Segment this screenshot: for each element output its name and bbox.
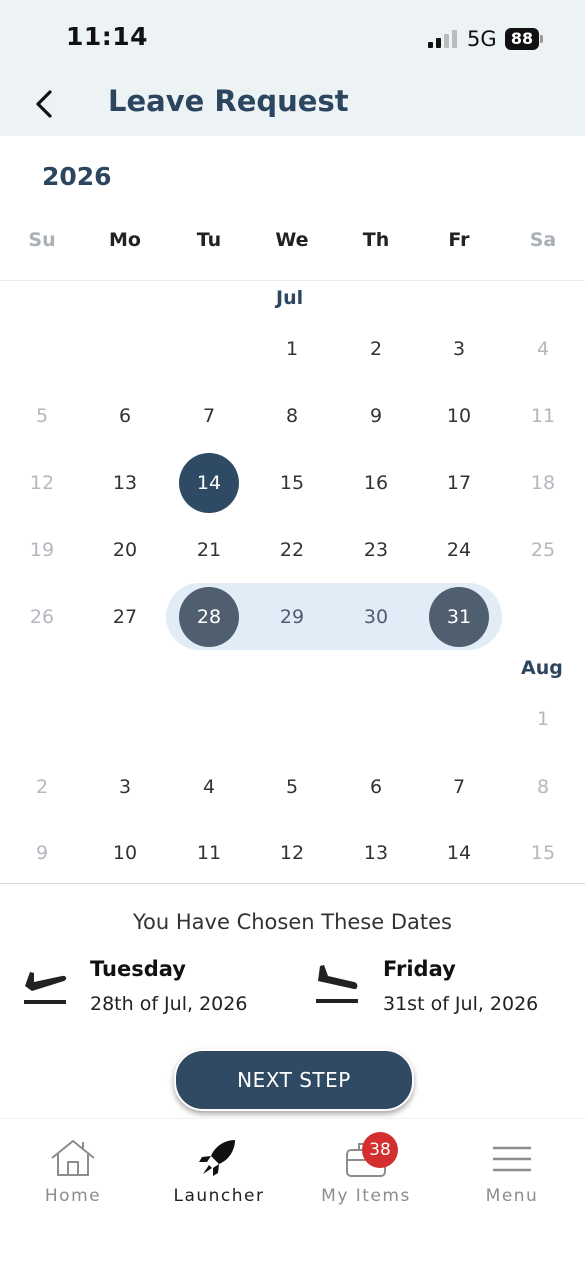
- calendar-day-aug-15[interactable]: 15: [513, 823, 573, 883]
- back-arrow-icon[interactable]: [32, 88, 62, 120]
- month-label-jul: Jul: [276, 287, 304, 309]
- weekday-th: Th: [362, 229, 390, 251]
- calendar-day-aug-2[interactable]: 2: [12, 757, 72, 817]
- calendar-day-aug-4[interactable]: 4: [179, 757, 239, 817]
- home-icon: [51, 1139, 95, 1176]
- calendar-day-jul-8[interactable]: 8: [262, 386, 322, 446]
- calendar-day-jul-22[interactable]: 22: [262, 520, 322, 580]
- calendar-day-jul-11[interactable]: 11: [513, 386, 573, 446]
- calendar-day-jul-6[interactable]: 6: [95, 386, 155, 446]
- calendar-day-aug-11[interactable]: 11: [179, 823, 239, 883]
- calendar-day-aug-13[interactable]: 13: [346, 823, 406, 883]
- calendar-day-aug-7[interactable]: 7: [429, 757, 489, 817]
- calendar-day-jul-28[interactable]: 28: [179, 587, 239, 647]
- calendar-day-jul-23[interactable]: 23: [346, 520, 406, 580]
- network-label: 5G: [467, 27, 497, 51]
- arrival-icon: [316, 965, 358, 1003]
- calendar-day-jul-29[interactable]: 29: [262, 587, 322, 647]
- end-date: 31st of Jul, 2026: [383, 993, 539, 1015]
- calendar-bottom-divider: [0, 883, 585, 884]
- calendar-day-jul-18[interactable]: 18: [513, 453, 573, 513]
- calendar-day-aug-6[interactable]: 6: [346, 757, 406, 817]
- next-step-button[interactable]: NEXT STEP: [174, 1049, 414, 1111]
- weekday-we: We: [275, 229, 309, 251]
- menu-icon: [493, 1146, 531, 1172]
- calendar-day-jul-5[interactable]: 5: [12, 386, 72, 446]
- calendar-day-jul-30[interactable]: 30: [346, 587, 406, 647]
- status-bar: 11:14: [0, 0, 585, 72]
- nav-launcher[interactable]: [149, 1138, 289, 1182]
- calendar-day-jul-14[interactable]: 14: [179, 453, 239, 513]
- battery-tip: [540, 35, 543, 43]
- month-label-aug: Aug: [521, 657, 563, 679]
- calendar-day-jul-9[interactable]: 9: [346, 386, 406, 446]
- calendar-day-jul-15[interactable]: 15: [262, 453, 322, 513]
- calendar-day-aug-9[interactable]: 9: [12, 823, 72, 883]
- signal-icon: [428, 30, 460, 48]
- calendar-day-jul-24[interactable]: 24: [429, 520, 489, 580]
- calendar-day-jul-16[interactable]: 16: [346, 453, 406, 513]
- calendar-day-jul-12[interactable]: 12: [12, 453, 72, 513]
- weekday-tu: Tu: [196, 229, 222, 251]
- calendar-day-aug-12[interactable]: 12: [262, 823, 322, 883]
- end-day-name: Friday: [383, 957, 456, 981]
- calendar-day-jul-3[interactable]: 3: [429, 319, 489, 379]
- rocket-icon: [199, 1140, 235, 1176]
- departure-icon: [24, 972, 67, 1004]
- nav-launcher-label: Launcher: [173, 1186, 265, 1206]
- my-items-badge: 38: [362, 1132, 398, 1168]
- calendar-day-aug-1[interactable]: 1: [513, 689, 573, 749]
- start-date: 28th of Jul, 2026: [90, 993, 248, 1015]
- weekday-divider: [0, 280, 585, 281]
- nav-menu[interactable]: [442, 1138, 582, 1182]
- nav-my-items-label: My Items: [321, 1186, 411, 1206]
- calendar-day-jul-27[interactable]: 27: [95, 587, 155, 647]
- battery-icon: 88: [505, 28, 539, 50]
- calendar-day-jul-17[interactable]: 17: [429, 453, 489, 513]
- nav-home-label: Home: [44, 1186, 102, 1206]
- calendar-day-aug-3[interactable]: 3: [95, 757, 155, 817]
- calendar-day-jul-2[interactable]: 2: [346, 319, 406, 379]
- calendar-day-jul-19[interactable]: 19: [12, 520, 72, 580]
- calendar-day-jul-7[interactable]: 7: [179, 386, 239, 446]
- calendar-day-jul-1[interactable]: 1: [262, 319, 322, 379]
- weekday-mo: Mo: [109, 229, 141, 251]
- calendar-day-jul-26[interactable]: 26: [12, 587, 72, 647]
- calendar-day-jul-13[interactable]: 13: [95, 453, 155, 513]
- weekday-su: Su: [28, 229, 56, 251]
- nav-home[interactable]: [3, 1138, 143, 1182]
- summary-title: You Have Chosen These Dates: [133, 910, 452, 934]
- calendar-day-jul-21[interactable]: 21: [179, 520, 239, 580]
- calendar-day-jul-25[interactable]: 25: [513, 520, 573, 580]
- calendar-day-jul-20[interactable]: 20: [95, 520, 155, 580]
- calendar-year: 2026: [42, 162, 112, 191]
- start-day-name: Tuesday: [90, 957, 186, 981]
- calendar-day-jul-10[interactable]: 10: [429, 386, 489, 446]
- weekday-sa: Sa: [529, 229, 557, 251]
- status-time: 11:14: [66, 22, 149, 51]
- weekday-fr: Fr: [448, 229, 470, 251]
- calendar-day-aug-5[interactable]: 5: [262, 757, 322, 817]
- calendar-day-aug-8[interactable]: 8: [513, 757, 573, 817]
- page-title: Leave Request: [108, 84, 349, 118]
- calendar-day-aug-10[interactable]: 10: [95, 823, 155, 883]
- calendar-day-jul-31[interactable]: 31: [429, 587, 489, 647]
- calendar-day-aug-14[interactable]: 14: [429, 823, 489, 883]
- nav-menu-label: Menu: [485, 1186, 539, 1206]
- calendar-day-jul-4[interactable]: 4: [513, 319, 573, 379]
